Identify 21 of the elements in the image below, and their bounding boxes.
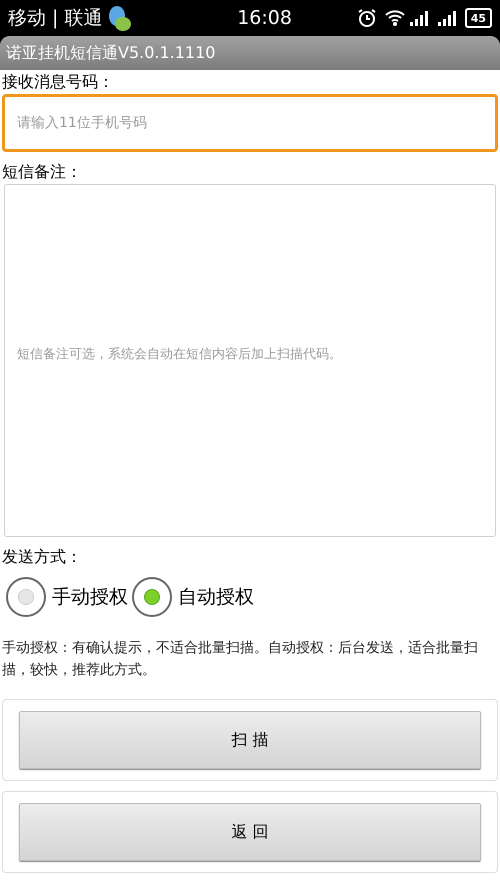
battery-indicator: 45 xyxy=(464,8,492,28)
action-button[interactable]: 返 回 xyxy=(19,803,481,861)
alarm-icon xyxy=(356,8,377,28)
radio-button[interactable] xyxy=(6,577,46,617)
help-text: 手动授权：有确认提示，不适合批量扫描。自动授权：后台发送，适合批量扫描，较快，推荐此方式。 xyxy=(2,639,479,680)
note-text-area[interactable]: 短信备注可选，系统会自动在短信内容后加上扫描代码。 xyxy=(4,184,496,537)
radio-button[interactable] xyxy=(132,577,172,617)
phone-input-field[interactable]: 请输入11位手机号码 xyxy=(2,94,498,152)
wifi-icon xyxy=(384,9,405,27)
field-label: 接收消息号码： xyxy=(2,71,115,93)
signal-icon xyxy=(408,9,429,27)
carrier-text: 移动 | 联通 xyxy=(8,6,102,31)
field-label: 短信备注： xyxy=(2,161,83,183)
clock-text: 16:08 xyxy=(236,6,292,31)
section-label: 发送方式： xyxy=(2,546,83,568)
radio-label: 手动授权 xyxy=(52,584,128,610)
signal-icon xyxy=(436,9,457,27)
action-button[interactable]: 扫 描 xyxy=(19,711,481,769)
window-title: 诺亚挂机短信通V5.0.1.1110 xyxy=(6,42,216,64)
radio-label: 自动授权 xyxy=(178,584,254,610)
chat-app-icon xyxy=(106,4,132,32)
